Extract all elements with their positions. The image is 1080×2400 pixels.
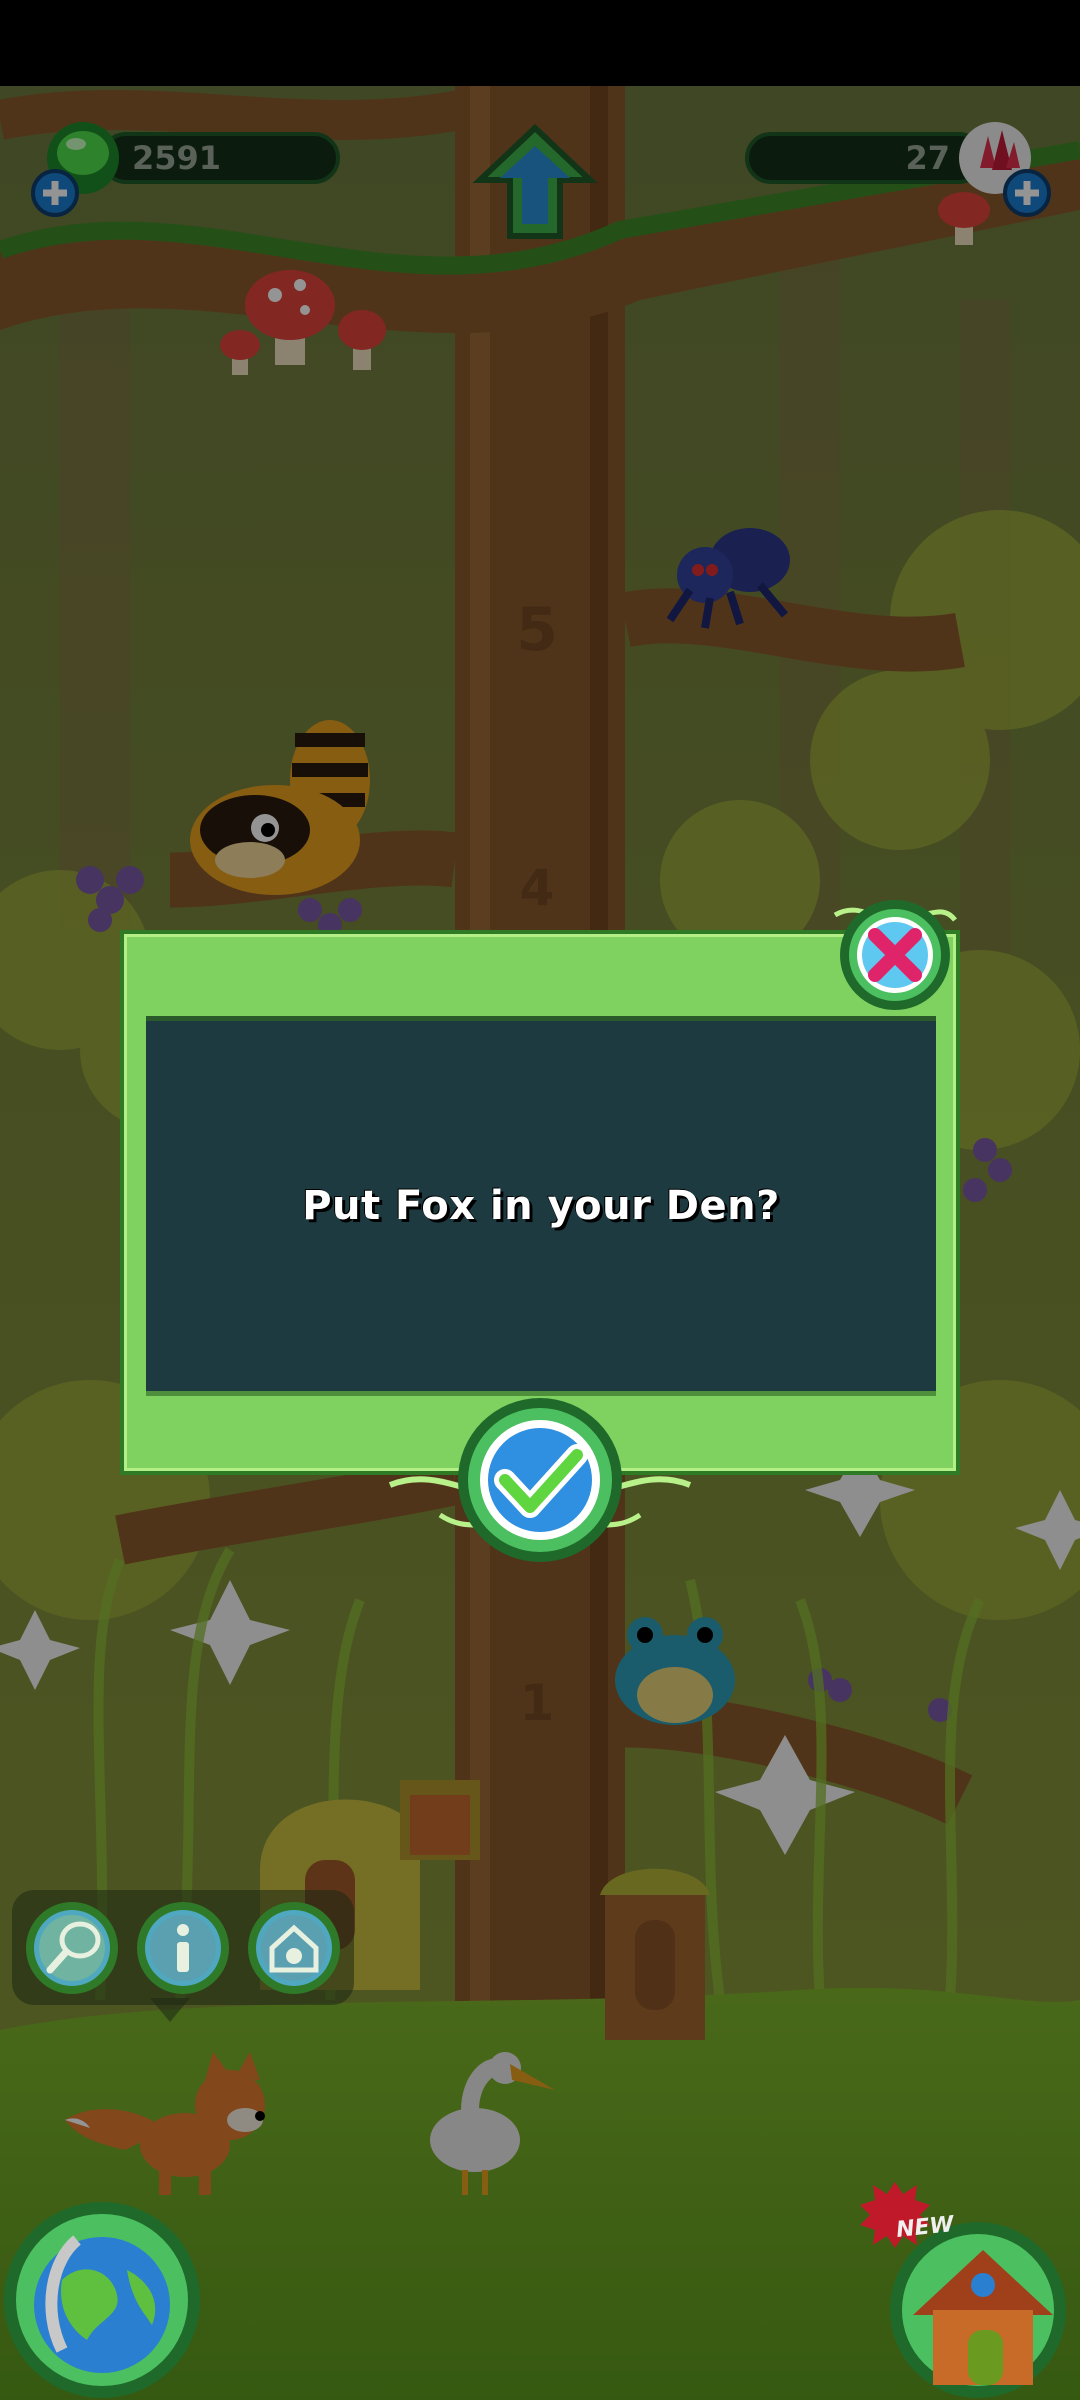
dialog-message-panel: Put Fox in your Den? [146,1016,936,1396]
info-button[interactable] [133,1898,233,1998]
add-gems-button[interactable] [30,168,80,218]
confirm-button[interactable] [380,1395,700,1565]
info-icon [177,1924,189,1972]
catch-net-button[interactable] [22,1898,122,1998]
close-button[interactable] [830,895,960,1015]
up-arrow-button[interactable] [470,118,600,248]
dialog-message: Put Fox in your Den? [302,1183,780,1229]
add-crystals-button[interactable] [1002,168,1052,218]
status-bar [0,0,1080,86]
frog-character [615,1617,735,1725]
crystals-count: 27 [905,139,950,177]
globe-icon [34,2235,170,2373]
den-button[interactable] [244,1898,344,1998]
pelican-character [430,2052,555,2195]
world-map-button[interactable] [2,2200,202,2400]
fox-character [65,2052,265,2195]
gems-count: 2591 [132,139,222,177]
floor-label-4: 4 [520,859,555,917]
raccoon-character [190,720,370,895]
floor-label-1: 1 [520,1674,555,1732]
toolbar-pointer [150,1998,190,2022]
floor-label-5: 5 [516,595,558,665]
spider-character [666,528,790,629]
